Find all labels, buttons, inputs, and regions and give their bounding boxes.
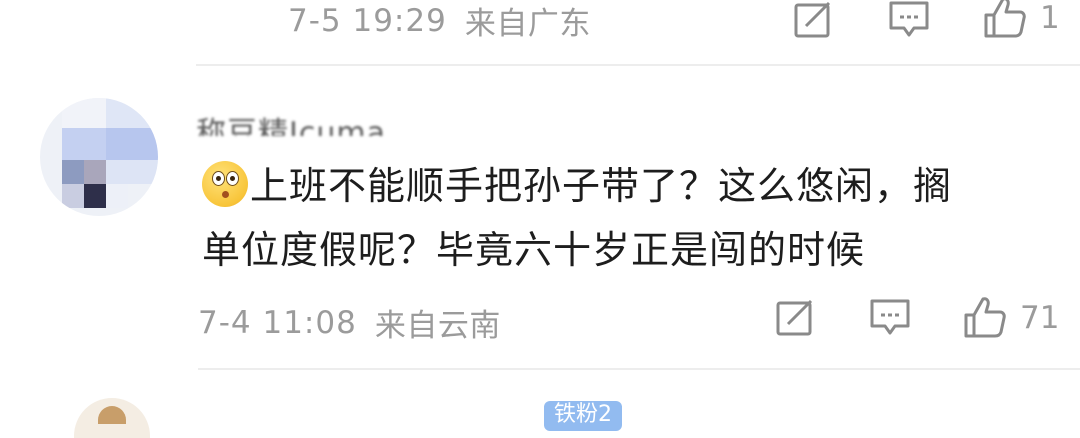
- like-button[interactable]: [962, 294, 1008, 340]
- share-button[interactable]: [792, 0, 834, 40]
- avatar[interactable]: [40, 98, 158, 216]
- sweat-surprised-face-emoji: [202, 161, 248, 207]
- thumbs-up-icon: [964, 297, 1006, 338]
- share-button[interactable]: [774, 298, 816, 338]
- comment-text-line1: 上班不能顺手把孙子带了？这么悠闲，搁: [250, 164, 953, 208]
- like-count: 1: [1040, 0, 1060, 36]
- comment-time: 7-5 19:29: [288, 2, 447, 39]
- divider: [196, 64, 1080, 66]
- username[interactable]: 称豆精Jcuma: [196, 114, 386, 136]
- divider: [198, 368, 1080, 370]
- comment-location: 来自广东: [464, 6, 591, 42]
- comment-time: 7-4 11:08: [198, 304, 357, 341]
- like-button[interactable]: [982, 0, 1028, 40]
- like-count: 71: [1020, 300, 1060, 336]
- comment-icon: [889, 1, 929, 37]
- comment-button[interactable]: [868, 298, 912, 338]
- comment-icon: [870, 299, 910, 335]
- fan-badge: 铁粉2: [544, 401, 622, 431]
- share-icon: [776, 299, 813, 336]
- comment-location: 来自云南: [374, 308, 501, 344]
- thumbs-up-icon: [984, 0, 1026, 38]
- top-comment-meta: 7-5 19:29 来自广东: [288, 0, 591, 43]
- comment-text: 上班不能顺手把孙子带了？这么悠闲，搁 单位度假呢？毕竟六十岁正是闯的时候: [202, 154, 1052, 282]
- avatar[interactable]: [74, 398, 150, 438]
- comment-text-line2: 单位度假呢？毕竟六十岁正是闯的时候: [202, 228, 866, 272]
- share-icon: [794, 1, 831, 38]
- comment-button[interactable]: [887, 0, 931, 40]
- main-comment-meta: 7-4 11:08 来自云南: [198, 300, 501, 345]
